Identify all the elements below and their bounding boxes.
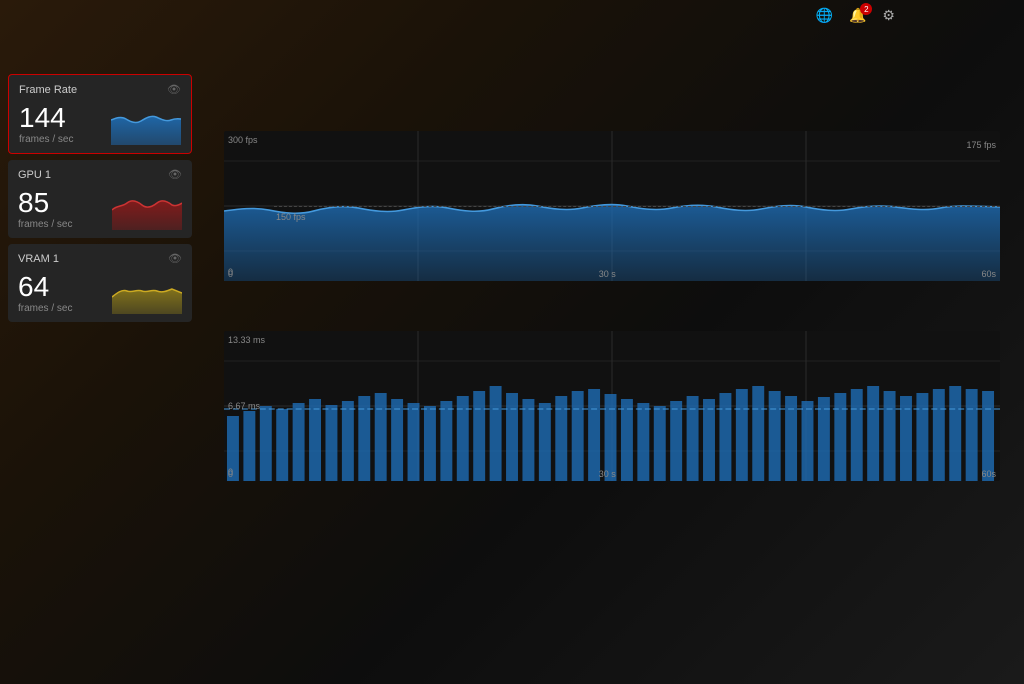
mini-chart-gpu1 xyxy=(112,185,182,230)
metric-value-vram1: 64 xyxy=(18,273,72,301)
metric-title-vram1: VRAM 1 xyxy=(18,253,59,265)
eye-icon-frame-rate[interactable]: 👁 xyxy=(167,83,181,96)
globe-icon[interactable]: 🌐 xyxy=(812,5,837,26)
metric-card-gpu1[interactable]: GPU 1 👁 85 frames / sec xyxy=(8,160,192,238)
metric-title-gpu1: GPU 1 xyxy=(18,169,51,181)
mini-chart-vram1 xyxy=(112,269,182,314)
eye-icon-vram1[interactable]: 👁 xyxy=(168,252,182,265)
metric-card-body-gpu1: 85 frames / sec xyxy=(18,185,182,230)
metric-card-body-frame-rate: 144 frames / sec xyxy=(19,100,181,145)
frametime-chart-area: 13.33 ms 6.67 ms 0 xyxy=(224,331,1000,481)
settings-icon[interactable]: ⚙ xyxy=(878,5,899,26)
metric-value-frame-rate: 144 xyxy=(19,104,73,132)
app-container: A Home Gaming Streaming Performance 🔍 🌐 … xyxy=(0,0,1024,684)
metric-card-vram1[interactable]: VRAM 1 👁 64 frames / sec xyxy=(8,244,192,322)
metric-card-frame-rate[interactable]: Frame Rate 👁 144 frames / sec xyxy=(8,74,192,154)
metric-card-body-vram1: 64 frames / sec xyxy=(18,269,182,314)
fps-right-label: 175 fps xyxy=(966,135,996,153)
fps-y-mid: 150 fps xyxy=(276,212,306,222)
metric-unit-frame-rate: frames / sec xyxy=(19,134,73,145)
mini-chart-frame-rate xyxy=(111,100,181,145)
frametime-svg-chart xyxy=(224,331,1000,481)
metric-card-header-vram1: VRAM 1 👁 xyxy=(18,252,182,265)
metric-unit-gpu1: frames / sec xyxy=(18,219,72,230)
metric-title-frame-rate: Frame Rate xyxy=(19,84,77,96)
fps-chart-area: 300 fps 0 175 fps 150 fps xyxy=(224,131,1000,281)
metric-card-header: Frame Rate 👁 xyxy=(19,83,181,96)
eye-icon-gpu1[interactable]: 👁 xyxy=(168,168,182,181)
notification-icon[interactable]: 🔔 2 xyxy=(845,5,870,26)
fps-mid-line: 150 fps xyxy=(274,206,1000,225)
metric-card-header-gpu1: GPU 1 👁 xyxy=(18,168,182,181)
metric-unit-vram1: frames / sec xyxy=(18,303,72,314)
metric-value-gpu1: 85 xyxy=(18,189,72,217)
